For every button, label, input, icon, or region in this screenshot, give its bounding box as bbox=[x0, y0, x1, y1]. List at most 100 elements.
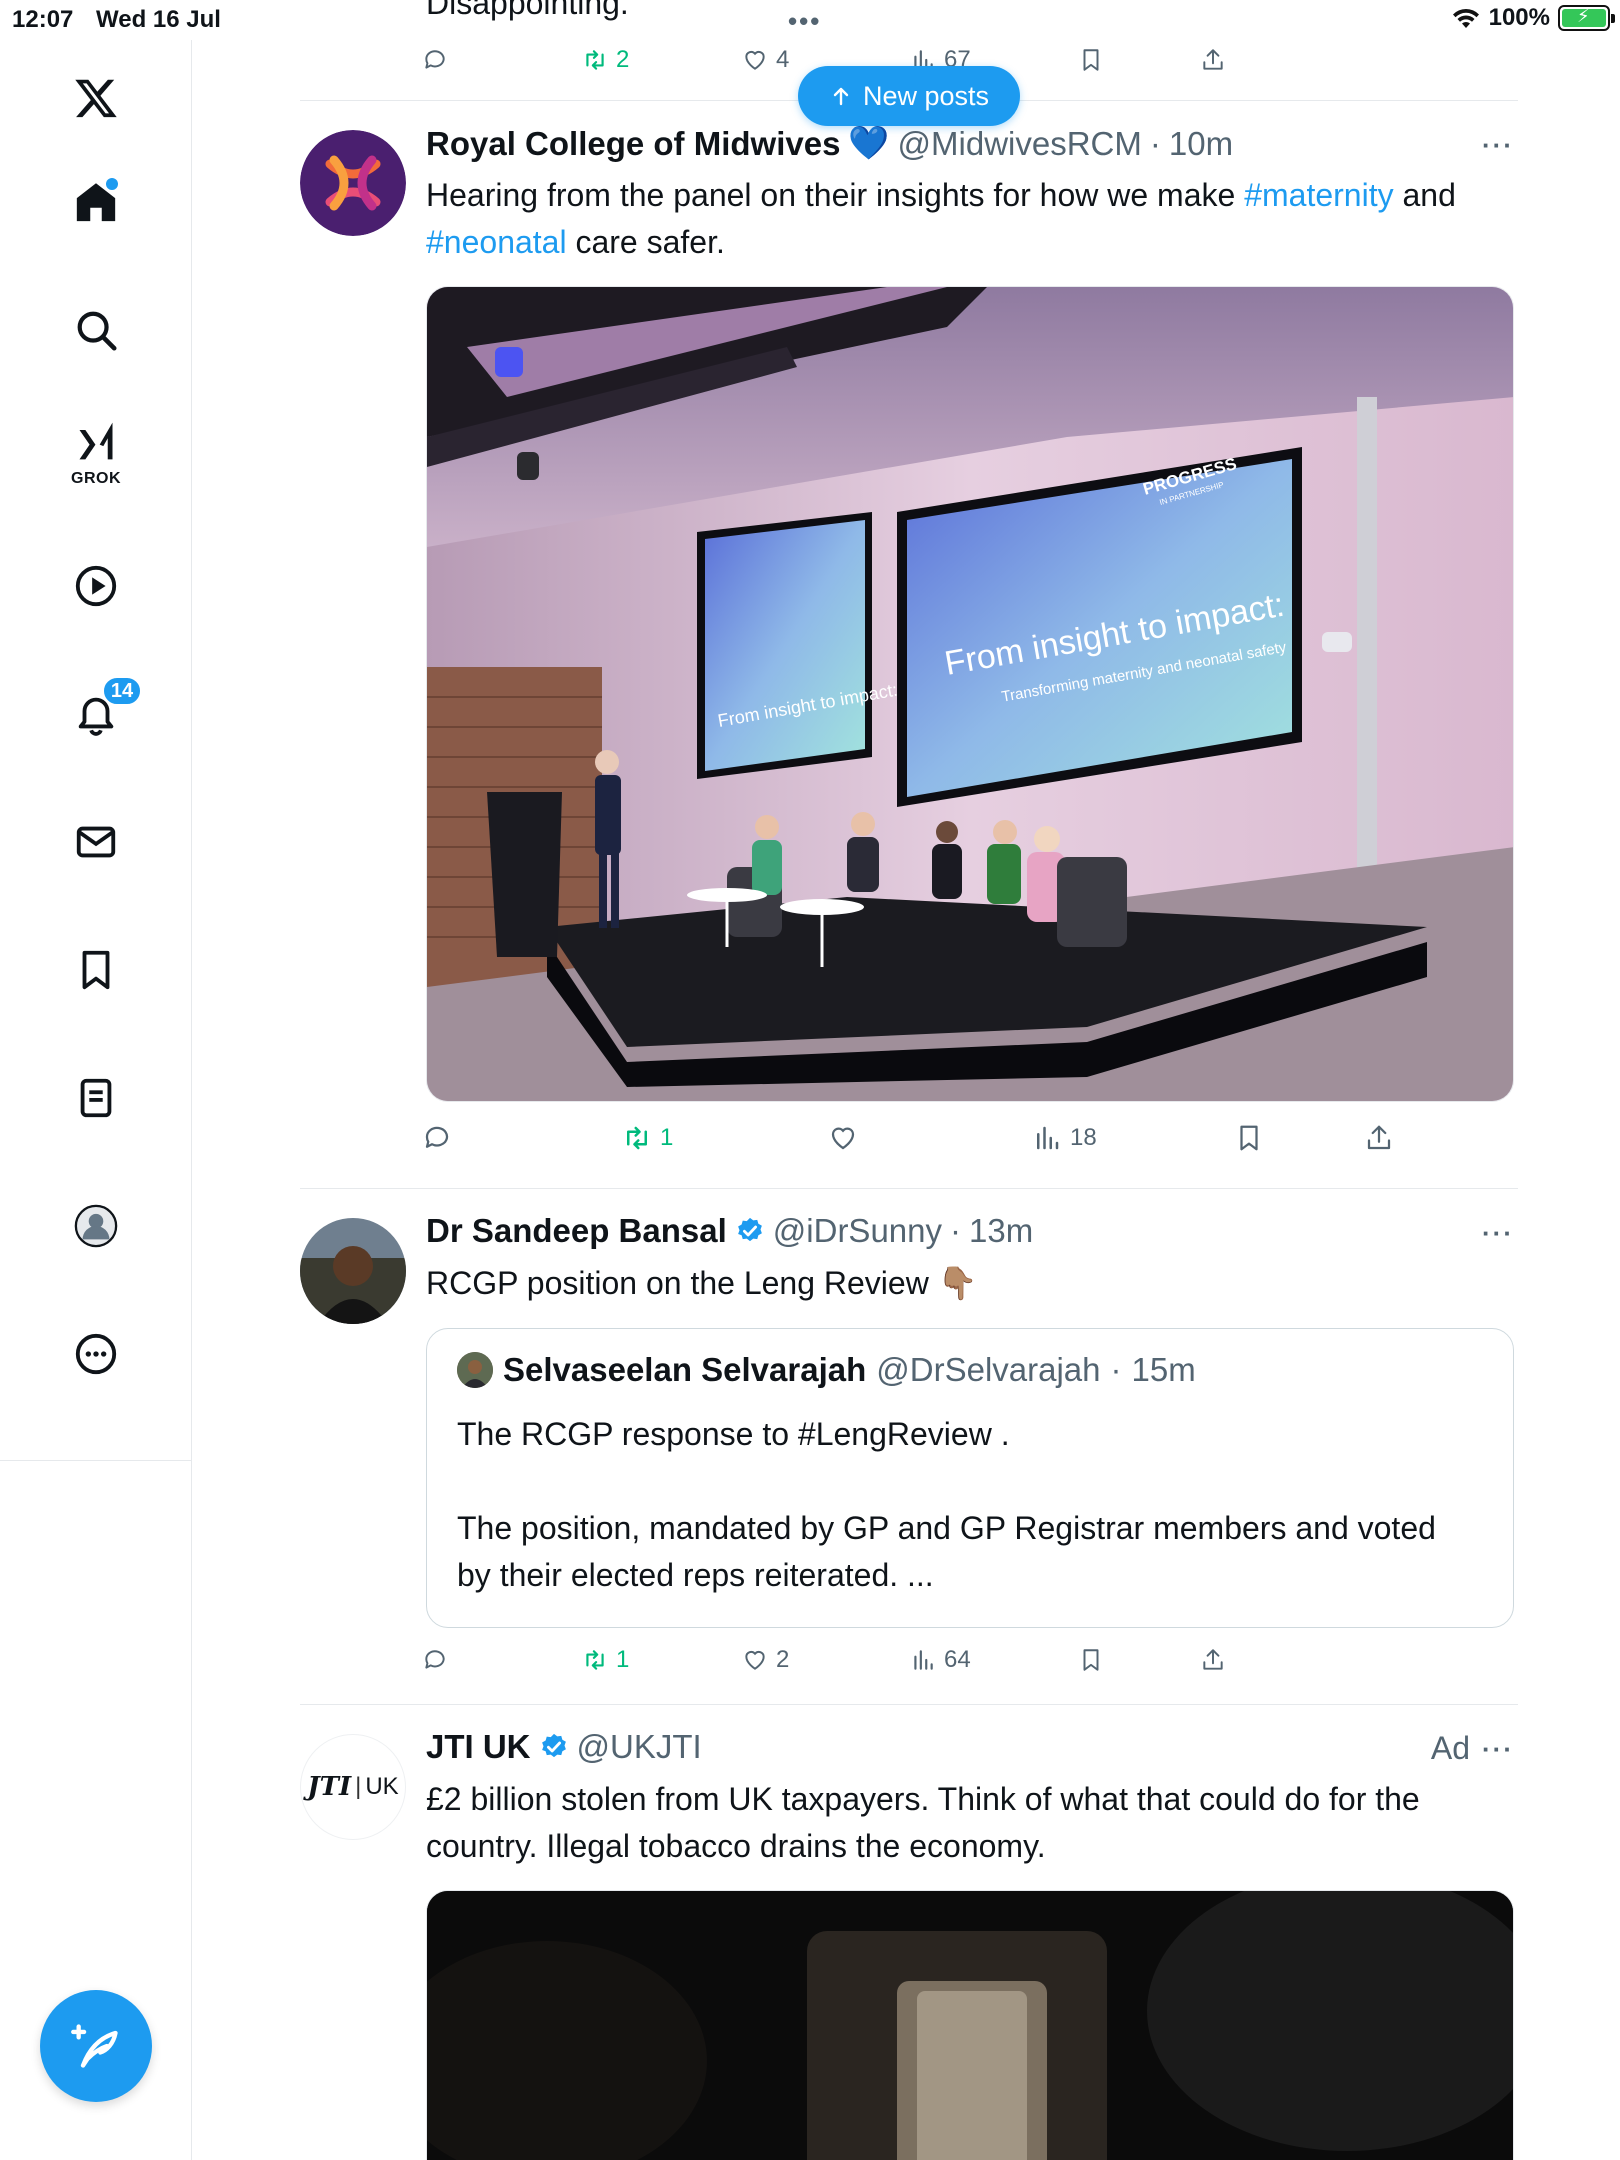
home-unread-dot bbox=[106, 178, 118, 190]
rcm-post-text: Hearing from the panel on their insights… bbox=[426, 172, 1516, 266]
repost-button[interactable]: 1 bbox=[622, 1118, 673, 1158]
sandeep-avatar[interactable] bbox=[300, 1218, 406, 1324]
rcm-post-actions: 1 18 bbox=[422, 1118, 1512, 1158]
quoted-line-2: The position, mandated by GP and GP Regi… bbox=[457, 1510, 1436, 1593]
author-name[interactable]: JTI UK bbox=[426, 1728, 531, 1766]
profile-avatar-icon[interactable] bbox=[64, 1194, 128, 1258]
bookmark-icon bbox=[1240, 1125, 1258, 1151]
more-options-icon[interactable] bbox=[64, 1322, 128, 1386]
bookmark-icon bbox=[1083, 1649, 1099, 1671]
heart-icon bbox=[831, 1127, 855, 1150]
nav-divider bbox=[0, 1460, 192, 1461]
home-icon[interactable] bbox=[64, 170, 128, 234]
views-button[interactable]: 64 bbox=[910, 1640, 971, 1680]
quoted-author-name: Selvaseelan Selvarajah bbox=[503, 1351, 867, 1388]
bookmark-button[interactable] bbox=[1078, 40, 1104, 80]
heart-icon bbox=[745, 50, 765, 70]
views-count: 18 bbox=[1070, 1124, 1097, 1151]
post-divider bbox=[300, 1704, 1518, 1705]
repost-count: 2 bbox=[616, 46, 630, 73]
reply-icon bbox=[425, 50, 445, 69]
repost-count: 1 bbox=[616, 1646, 630, 1673]
hashtag-neonatal[interactable]: #neonatal bbox=[426, 224, 567, 260]
lists-icon[interactable] bbox=[64, 1066, 128, 1130]
video-play-icon[interactable] bbox=[64, 554, 128, 618]
new-posts-button[interactable]: New posts bbox=[798, 66, 1020, 126]
quoted-author-handle: @DrSelvarajah bbox=[876, 1351, 1101, 1388]
rcm-avatar[interactable] bbox=[300, 130, 406, 236]
share-button[interactable] bbox=[1364, 1118, 1394, 1158]
author-handle[interactable]: @MidwivesRCM bbox=[898, 125, 1142, 163]
left-navigation: GROK 14 bbox=[0, 40, 192, 2160]
repost-icon bbox=[586, 50, 604, 70]
post-more-icon[interactable]: ··· bbox=[1482, 1734, 1514, 1765]
jti-logo-text: JTI bbox=[307, 1772, 352, 1802]
author-handle[interactable]: @UKJTI bbox=[577, 1728, 702, 1766]
post-time[interactable]: 13m bbox=[969, 1212, 1033, 1250]
status-time: 12:07 bbox=[12, 6, 74, 33]
jti-logo-sub: UK bbox=[365, 1773, 399, 1800]
sandeep-post-header: Dr Sandeep Bansal @iDrSunny · 13m bbox=[426, 1212, 1033, 1250]
quoted-post-text: The RCGP response to #LengReview . The p… bbox=[457, 1411, 1477, 1599]
reply-icon bbox=[425, 1650, 445, 1669]
share-button[interactable] bbox=[1200, 1640, 1226, 1680]
author-name[interactable]: Royal College of Midwives bbox=[426, 125, 840, 163]
jti-avatar[interactable]: JTI | UK bbox=[300, 1734, 406, 1840]
repost-count: 1 bbox=[660, 1124, 674, 1151]
quoted-post[interactable]: Selvaseelan Selvarajah @DrSelvarajah · 1… bbox=[426, 1328, 1514, 1628]
x-logo-icon[interactable] bbox=[64, 66, 128, 130]
views-chart-icon bbox=[1037, 1126, 1059, 1150]
hashtag-maternity[interactable]: #maternity bbox=[1244, 177, 1393, 213]
heart-icon bbox=[745, 1650, 765, 1670]
rcm-post-photo[interactable]: From insight to impact: Transforming mat… bbox=[426, 286, 1514, 1102]
quoted-post-header: Selvaseelan Selvarajah @DrSelvarajah · 1… bbox=[457, 1351, 1196, 1389]
selvarajah-avatar bbox=[457, 1352, 493, 1388]
sandeep-post-text: RCGP position on the Leng Review 👇🏽 bbox=[426, 1260, 1516, 1307]
like-button[interactable] bbox=[828, 1118, 866, 1158]
status-date: Wed 16 Jul bbox=[96, 6, 221, 33]
bookmarks-icon[interactable] bbox=[64, 938, 128, 1002]
share-icon bbox=[1367, 1125, 1391, 1150]
text-segment: RCGP position on the Leng Review bbox=[426, 1265, 929, 1301]
post-more-icon[interactable]: ··· bbox=[1482, 130, 1514, 161]
post-time[interactable]: 10m bbox=[1169, 125, 1233, 163]
views-button[interactable]: 18 bbox=[1032, 1118, 1097, 1158]
text-segment: and bbox=[1393, 177, 1456, 213]
repost-icon bbox=[627, 1126, 647, 1150]
compose-feather-icon bbox=[71, 2024, 118, 2068]
like-button[interactable]: 2 bbox=[742, 1640, 789, 1680]
share-icon bbox=[1203, 1649, 1223, 1670]
share-icon bbox=[1203, 49, 1223, 70]
jti-post-media[interactable] bbox=[426, 1890, 1514, 2160]
repost-button[interactable]: 2 bbox=[582, 40, 629, 80]
grok-label: GROK bbox=[71, 470, 121, 487]
text-segment: care safer. bbox=[566, 224, 725, 260]
grok-icon[interactable]: GROK bbox=[64, 418, 128, 487]
dot-separator: · bbox=[1149, 124, 1161, 162]
like-button[interactable]: 4 bbox=[742, 40, 789, 80]
like-count: 2 bbox=[776, 1646, 790, 1673]
timeline-feed: Disappointing. 2 4 67 New posts Royal Co… bbox=[300, 0, 1518, 2160]
share-button[interactable] bbox=[1200, 40, 1226, 80]
reply-button[interactable] bbox=[422, 1640, 448, 1680]
dot-separator: · bbox=[1110, 1351, 1122, 1388]
jti-post-text: £2 billion stolen from UK taxpayers. Thi… bbox=[426, 1781, 1420, 1864]
notifications-bell-icon[interactable]: 14 bbox=[64, 676, 142, 746]
author-handle[interactable]: @iDrSunny bbox=[773, 1212, 942, 1250]
post-more-icon[interactable]: ··· bbox=[1482, 1218, 1514, 1249]
quoted-line-1: The RCGP response to #LengReview . bbox=[457, 1416, 1010, 1452]
bookmark-icon bbox=[1083, 49, 1099, 71]
repost-button[interactable]: 1 bbox=[582, 1640, 629, 1680]
author-name[interactable]: Dr Sandeep Bansal bbox=[426, 1212, 727, 1250]
battery-icon: ⚡ bbox=[1558, 5, 1615, 31]
bookmark-button[interactable] bbox=[1078, 1640, 1104, 1680]
messages-envelope-icon[interactable] bbox=[64, 810, 128, 874]
bookmark-button[interactable] bbox=[1234, 1118, 1264, 1158]
reply-button[interactable] bbox=[422, 1118, 452, 1158]
compose-post-button[interactable] bbox=[40, 1990, 152, 2102]
reply-button[interactable] bbox=[422, 40, 448, 80]
like-count: 4 bbox=[776, 46, 790, 73]
rcm-post-header: Royal College of Midwives 💙 @MidwivesRCM… bbox=[426, 124, 1233, 163]
arrow-up-icon bbox=[833, 87, 849, 106]
search-icon[interactable] bbox=[64, 298, 128, 362]
